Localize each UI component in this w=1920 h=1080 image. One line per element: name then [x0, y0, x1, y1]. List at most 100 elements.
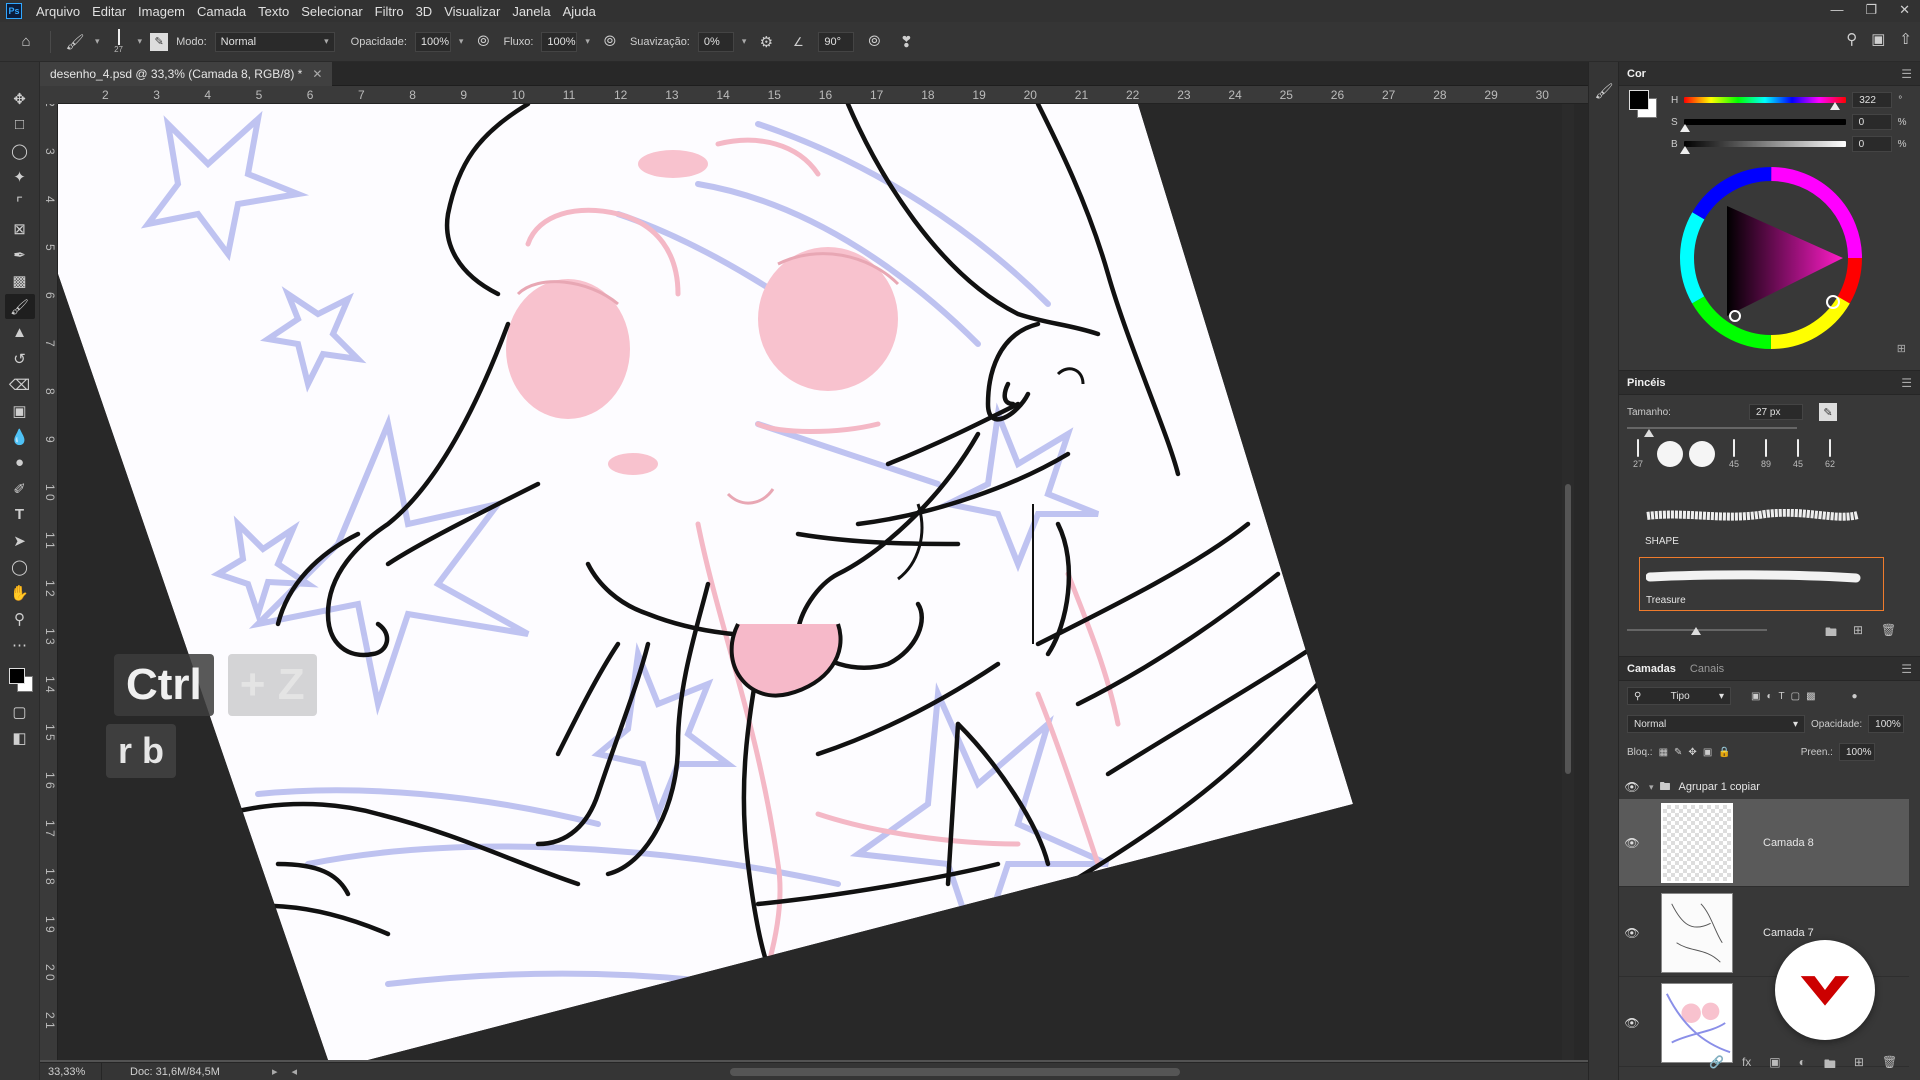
- canvas-area[interactable]: Ctrl + Z r b: [58, 104, 1588, 1060]
- brush-settings-panel-icon[interactable]: 🖌: [1589, 78, 1619, 103]
- chevron-down-icon[interactable]: ▾: [95, 36, 100, 47]
- clone-stamp-tool-icon[interactable]: ▲: [5, 320, 35, 345]
- layer-mask-icon[interactable]: ▣: [1769, 1055, 1780, 1076]
- brush-preset[interactable]: [1689, 441, 1715, 469]
- minimize-icon[interactable]: —: [1830, 2, 1843, 18]
- zoom-level[interactable]: 33,33%: [40, 1062, 102, 1080]
- pressure-opacity-icon[interactable]: ⦾: [471, 30, 495, 54]
- type-filter-icon[interactable]: T: [1779, 691, 1785, 702]
- magic-wand-tool-icon[interactable]: ✦: [5, 164, 35, 189]
- expand-icon[interactable]: ⊞: [1897, 342, 1906, 355]
- lock-pixels-icon[interactable]: ✎: [1674, 747, 1682, 758]
- chevron-down-icon[interactable]: ▾: [585, 36, 590, 47]
- blend-mode-select[interactable]: Normal ▾: [1627, 715, 1805, 733]
- lasso-tool-icon[interactable]: ◯: [5, 138, 35, 163]
- filter-toggle-icon[interactable]: ●: [1852, 691, 1858, 702]
- brush-size-picker[interactable]: 27: [108, 29, 130, 54]
- quick-mask-icon[interactable]: ▢: [5, 699, 35, 724]
- menu-filtro[interactable]: Filtro: [369, 4, 410, 19]
- history-brush-tool-icon[interactable]: ↺: [5, 346, 35, 371]
- pixel-filter-icon[interactable]: ▣: [1751, 691, 1760, 702]
- chevron-down-icon[interactable]: ▾: [138, 36, 143, 47]
- preview-size-thumb[interactable]: [1691, 627, 1701, 635]
- hue-slider-thumb[interactable]: [1830, 102, 1841, 110]
- menu-texto[interactable]: Texto: [252, 4, 295, 19]
- hue-value-input[interactable]: 322: [1852, 92, 1893, 108]
- gradient-tool-icon[interactable]: ▣: [5, 398, 35, 423]
- tab-layers[interactable]: Camadas: [1627, 663, 1676, 675]
- brush-preset[interactable]: 27: [1627, 439, 1649, 469]
- frame-tool-icon[interactable]: ⊠: [5, 216, 35, 241]
- brush-size-slider-thumb[interactable]: [1644, 429, 1654, 437]
- lock-position-icon[interactable]: ✥: [1688, 747, 1696, 758]
- panel-menu-icon[interactable]: ☰: [1901, 376, 1912, 390]
- airbrush-icon[interactable]: ⦾: [598, 30, 622, 54]
- eraser-tool-icon[interactable]: ⌫: [5, 372, 35, 397]
- saturation-slider[interactable]: [1679, 119, 1846, 132]
- menu-visualizar[interactable]: Visualizar: [438, 4, 506, 19]
- document-tab[interactable]: desenho_4.psd @ 33,3% (Camada 8, RGB/8) …: [40, 62, 333, 86]
- brush-tool-preset-icon[interactable]: 🖌: [63, 30, 87, 54]
- more-tools-icon[interactable]: ⋯: [5, 632, 35, 657]
- dodge-tool-icon[interactable]: ●: [5, 450, 35, 475]
- brush-preset[interactable]: 45: [1787, 439, 1809, 469]
- new-brush-icon[interactable]: ⊞: [1853, 623, 1863, 637]
- chevron-down-icon[interactable]: ▾: [459, 36, 464, 47]
- panel-menu-icon[interactable]: ☰: [1901, 67, 1912, 81]
- horizontal-scroll-thumb[interactable]: [730, 1068, 1180, 1076]
- new-layer-icon[interactable]: ⊞: [1854, 1055, 1864, 1076]
- adjustment-layer-icon[interactable]: ◐: [1799, 1055, 1806, 1076]
- chevron-right-icon[interactable]: ▸: [262, 1065, 278, 1078]
- blur-tool-icon[interactable]: 💧: [5, 424, 35, 449]
- folder-icon[interactable]: 🖿: [1825, 623, 1837, 644]
- chevron-down-icon[interactable]: ▾: [742, 36, 747, 47]
- lock-artboard-icon[interactable]: ▣: [1703, 747, 1712, 758]
- brush-settings-icon[interactable]: ✎: [1819, 403, 1837, 421]
- vertical-scroll-thumb[interactable]: [1565, 484, 1571, 774]
- close-tab-icon[interactable]: ✕: [312, 67, 322, 81]
- lock-all-icon[interactable]: 🔒: [1718, 747, 1730, 758]
- vertical-scrollbar[interactable]: [1562, 104, 1574, 1060]
- search-icon[interactable]: ⚲: [1846, 30, 1857, 48]
- angle-input[interactable]: 90°: [818, 31, 855, 52]
- opacity-input[interactable]: 100%: [414, 31, 451, 52]
- trash-icon[interactable]: 🗑: [1882, 1055, 1897, 1076]
- shape-filter-icon[interactable]: ▢: [1791, 691, 1800, 702]
- symmetry-butterfly-icon[interactable]: ❣: [894, 30, 918, 54]
- foreground-color-chip[interactable]: [1629, 90, 1649, 110]
- menu-3d[interactable]: 3D: [410, 4, 439, 19]
- new-group-icon[interactable]: 🖿: [1824, 1055, 1836, 1076]
- layer-row-camada-8[interactable]: 👁 Camada 8: [1619, 799, 1909, 887]
- tab-color[interactable]: Cor: [1627, 68, 1646, 80]
- menu-janela[interactable]: Janela: [506, 4, 556, 19]
- flow-input[interactable]: 100%: [541, 31, 578, 52]
- path-selection-tool-icon[interactable]: ➤: [5, 528, 35, 553]
- menu-editar[interactable]: Editar: [86, 4, 132, 19]
- lock-transparency-icon[interactable]: ▦: [1659, 747, 1668, 758]
- brightness-slider[interactable]: [1679, 141, 1846, 154]
- share-icon[interactable]: ⇧: [1899, 30, 1912, 48]
- smart-object-filter-icon[interactable]: ▩: [1806, 691, 1815, 702]
- ellipse-tool-icon[interactable]: ◯: [5, 554, 35, 579]
- visibility-eye-icon[interactable]: 👁: [1619, 836, 1645, 850]
- chevron-down-icon[interactable]: ▾: [1649, 782, 1654, 793]
- layer-group-row[interactable]: 👁 ▾ 🖿 Agrupar 1 copiar: [1619, 777, 1909, 797]
- chevron-left-icon[interactable]: ◂: [278, 1065, 298, 1078]
- menu-selecionar[interactable]: Selecionar: [295, 4, 368, 19]
- brush-preset[interactable]: 45: [1723, 439, 1745, 469]
- adjustment-filter-icon[interactable]: ◐: [1766, 691, 1772, 702]
- color-swatches[interactable]: [5, 664, 35, 698]
- visibility-eye-icon[interactable]: 👁: [1619, 780, 1645, 794]
- saturation-slider-thumb[interactable]: [1679, 124, 1690, 132]
- hand-tool-icon[interactable]: ✋: [5, 580, 35, 605]
- color-wheel[interactable]: [1679, 166, 1863, 350]
- gear-icon[interactable]: ⚙: [754, 30, 778, 54]
- trash-icon[interactable]: 🗑: [1881, 623, 1896, 637]
- fill-input[interactable]: 100%: [1838, 743, 1875, 761]
- panel-menu-icon[interactable]: ☰: [1901, 662, 1912, 676]
- brush-preset[interactable]: 89: [1755, 439, 1777, 469]
- crop-tool-icon[interactable]: ⌜: [5, 190, 35, 215]
- menu-ajuda[interactable]: Ajuda: [557, 4, 602, 19]
- visibility-eye-icon[interactable]: 👁: [1619, 926, 1645, 940]
- foreground-color-swatch[interactable]: [8, 668, 25, 684]
